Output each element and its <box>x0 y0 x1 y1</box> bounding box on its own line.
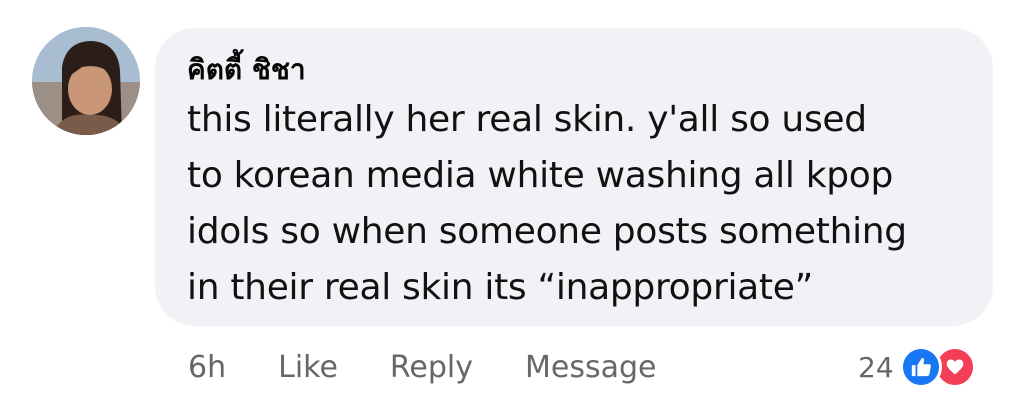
comment-timestamp[interactable]: 6h <box>188 350 226 385</box>
avatar[interactable] <box>32 27 140 135</box>
message-button[interactable]: Message <box>525 350 656 385</box>
comment-author-name[interactable]: คิตตี้ ชิชา <box>187 50 963 90</box>
reaction-count: 24 <box>858 350 894 384</box>
comment-actions: 6h Like Reply Message <box>188 342 709 392</box>
comment-bubble: คิตตี้ ชิชา this literally her real skin… <box>155 28 993 326</box>
like-icon <box>899 346 942 388</box>
comment-text: this literally her real skin. y'all so u… <box>187 99 907 308</box>
like-button[interactable]: Like <box>278 350 338 385</box>
reply-button[interactable]: Reply <box>390 350 473 385</box>
avatar-photo <box>32 27 140 135</box>
reactions-summary[interactable]: 24 <box>858 342 976 392</box>
